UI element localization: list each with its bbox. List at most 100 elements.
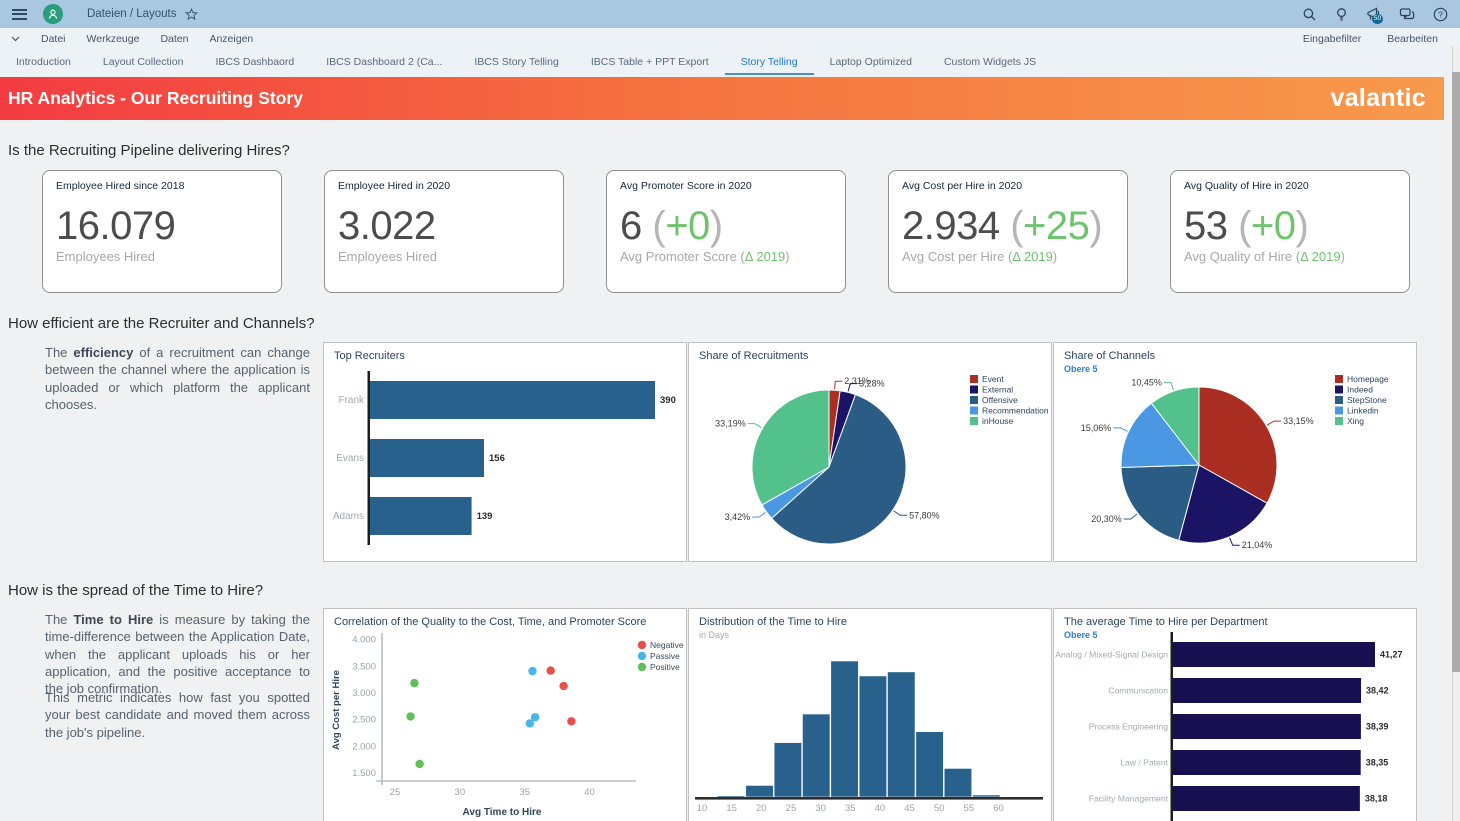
svg-text:Avg Cost per Hire: Avg Cost per Hire [331, 670, 342, 750]
top-n-filter-link[interactable]: Obere 5 [1064, 630, 1098, 640]
svg-text:57,80%: 57,80% [909, 510, 940, 520]
kpi-title: Avg Quality of Hire in 2020 [1184, 180, 1396, 192]
favorite-star-icon[interactable] [185, 8, 198, 21]
breadcrumb[interactable]: Dateien / Layouts [87, 8, 177, 20]
tab-ibcs-dashboard[interactable]: IBCS Dashbaord [199, 50, 310, 75]
menu-item-werkzeuge[interactable]: Werkzeuge [87, 33, 140, 45]
svg-text:Evans: Evans [336, 453, 364, 464]
svg-text:33,15%: 33,15% [1283, 416, 1314, 426]
svg-text:35: 35 [845, 803, 856, 814]
menu-item-daten[interactable]: Daten [160, 33, 188, 45]
chart-canvas-quality-correlation[interactable]: 1.5002.0002.5003.0003.5004.00025303540Ne… [324, 609, 686, 821]
page-title: HR Analytics - Our Recruiting Story [8, 88, 303, 109]
section-heading-pipeline: Is the Recruiting Pipeline delivering Hi… [8, 142, 290, 159]
chart-canvas-top-recruiters[interactable]: Frank390Evans156Adams139 [324, 343, 686, 561]
chevron-down-icon[interactable] [11, 36, 20, 42]
svg-text:40: 40 [584, 787, 595, 798]
svg-text:Adams: Adams [333, 511, 364, 522]
menu-item-anzeigen[interactable]: Anzeigen [209, 33, 253, 45]
svg-text:inHouse: inHouse [982, 416, 1013, 426]
menu-item-datei[interactable]: Datei [41, 33, 66, 45]
kpi-card-promoter-score[interactable]: Avg Promoter Score in 2020 6 (+0) Avg Pr… [606, 170, 846, 293]
chart-unit-label: in Days [699, 630, 729, 640]
kpi-title: Employee Hired since 2018 [56, 180, 268, 192]
chart-canvas-avg-time-per-department[interactable]: Analog / Mixed-Signal Design41,27Communi… [1054, 609, 1416, 821]
announcements-icon[interactable]: 50 [1366, 7, 1382, 22]
svg-text:30: 30 [455, 787, 466, 798]
tab-story-telling[interactable]: Story Telling [725, 50, 814, 75]
svg-text:35: 35 [519, 787, 530, 798]
svg-text:38,35: 38,35 [1366, 758, 1389, 768]
svg-text:Linkedin: Linkedin [1347, 406, 1379, 416]
avatar[interactable] [43, 4, 63, 24]
discussions-icon[interactable] [1399, 7, 1416, 22]
chart-title: The average Time to Hire per Department [1064, 616, 1268, 628]
notification-badge: 50 [1372, 14, 1383, 24]
chart-panel-top-recruiters: Top Recruiters Frank390Evans156Adams139 [323, 342, 687, 562]
svg-text:33,19%: 33,19% [715, 419, 746, 429]
chart-canvas-share-of-recruitments[interactable]: 2,31%3,28%57,80%3,42%33,19%EventExternal… [689, 343, 1051, 561]
svg-text:Process Engineering: Process Engineering [1089, 722, 1169, 732]
kpi-sublabel: Employees Hired [56, 249, 268, 264]
menu-item-bearbeiten[interactable]: Bearbeiten [1387, 33, 1438, 45]
time-to-hire-paragraph-2: This metric indicates how fast you spott… [45, 689, 310, 741]
svg-text:390: 390 [660, 395, 676, 406]
svg-text:?: ? [1438, 9, 1443, 19]
svg-text:Xing: Xing [1347, 416, 1364, 426]
chart-title: Top Recruiters [334, 350, 405, 362]
svg-text:Facility Management: Facility Management [1089, 794, 1169, 804]
kpi-card-cost-per-hire[interactable]: Avg Cost per Hire in 2020 2.934 (+25) Av… [888, 170, 1128, 293]
kpi-title: Employee Hired in 2020 [338, 180, 550, 192]
tab-custom-widgets-js[interactable]: Custom Widgets JS [928, 50, 1052, 75]
search-icon[interactable] [1302, 7, 1317, 22]
svg-text:Homepage: Homepage [1347, 374, 1389, 384]
vertical-scrollbar[interactable] [1452, 46, 1460, 821]
kpi-value: 53 (+0) [1184, 205, 1396, 247]
kpi-card-quality-of-hire[interactable]: Avg Quality of Hire in 2020 53 (+0) Avg … [1170, 170, 1410, 293]
svg-text:Event: Event [982, 374, 1004, 384]
section-heading-efficiency: How efficient are the Recruiter and Chan… [8, 315, 315, 332]
svg-text:25: 25 [390, 787, 401, 798]
svg-text:Negative: Negative [650, 640, 684, 650]
chart-panel-share-of-channels: Share of Channels Obere 5 33,15%21,04%20… [1053, 342, 1417, 562]
svg-text:3,28%: 3,28% [859, 379, 885, 389]
tab-ibcs-dashboard-2[interactable]: IBCS Dashboard 2 (Ca... [310, 50, 458, 75]
chart-canvas-time-to-hire-distribution[interactable]: 1015202530354045505560 [689, 609, 1051, 821]
svg-text:2.500: 2.500 [352, 715, 376, 726]
tab-ibcs-story-telling[interactable]: IBCS Story Telling [458, 50, 574, 75]
scrollbar-thumb[interactable] [1452, 72, 1460, 672]
tab-introduction[interactable]: Introduction [0, 50, 87, 75]
chart-panel-time-to-hire-distribution: Distribution of the Time to Hire in Days… [688, 608, 1052, 821]
svg-text:Frank: Frank [338, 395, 365, 406]
svg-text:60: 60 [993, 803, 1004, 814]
chart-title: Share of Channels [1064, 350, 1155, 362]
tab-laptop-optimized[interactable]: Laptop Optimized [814, 50, 928, 75]
help-icon[interactable]: ? [1433, 7, 1448, 22]
svg-text:Indeed: Indeed [1347, 385, 1373, 395]
top-n-filter-link[interactable]: Obere 5 [1064, 364, 1098, 374]
top-bar: Dateien / Layouts 50 ? [0, 0, 1460, 28]
svg-text:20: 20 [756, 803, 767, 814]
chart-panel-quality-correlation: Correlation of the Quality to the Cost, … [323, 608, 687, 821]
tab-bar: Introduction Layout Collection IBCS Dash… [0, 50, 1460, 75]
section-heading-time-to-hire: How is the spread of the Time to Hire? [8, 582, 263, 599]
kpi-card-hired-2020[interactable]: Employee Hired in 2020 3.022 Employees H… [324, 170, 564, 293]
tab-ibcs-table-ppt-export[interactable]: IBCS Table + PPT Export [575, 50, 725, 75]
svg-text:Recommendation: Recommendation [982, 406, 1049, 416]
lightbulb-icon[interactable] [1334, 7, 1349, 22]
menu-bar: Datei Werkzeuge Daten Anzeigen Eingabefi… [0, 28, 1460, 50]
menu-item-eingabefilter[interactable]: Eingabefilter [1303, 33, 1361, 45]
tab-layout-collection[interactable]: Layout Collection [87, 50, 200, 75]
page-banner: HR Analytics - Our Recruiting Story vala… [0, 77, 1444, 120]
kpi-sublabel: Avg Promoter Score (Δ 2019) [620, 249, 832, 264]
kpi-card-hired-since-2018[interactable]: Employee Hired since 2018 16.079 Employe… [42, 170, 282, 293]
svg-text:3,42%: 3,42% [725, 512, 751, 522]
svg-text:38,42: 38,42 [1366, 686, 1389, 696]
kpi-value: 6 (+0) [620, 205, 832, 247]
svg-text:Passive: Passive [650, 651, 680, 661]
menu-icon[interactable] [12, 9, 27, 20]
svg-text:21,04%: 21,04% [1242, 540, 1273, 550]
svg-text:38,39: 38,39 [1366, 722, 1389, 732]
menu-right-group: Eingabefilter Bearbeiten [1303, 33, 1438, 45]
chart-canvas-share-of-channels[interactable]: 33,15%21,04%20,30%15,06%10,45%HomepageIn… [1054, 343, 1416, 561]
